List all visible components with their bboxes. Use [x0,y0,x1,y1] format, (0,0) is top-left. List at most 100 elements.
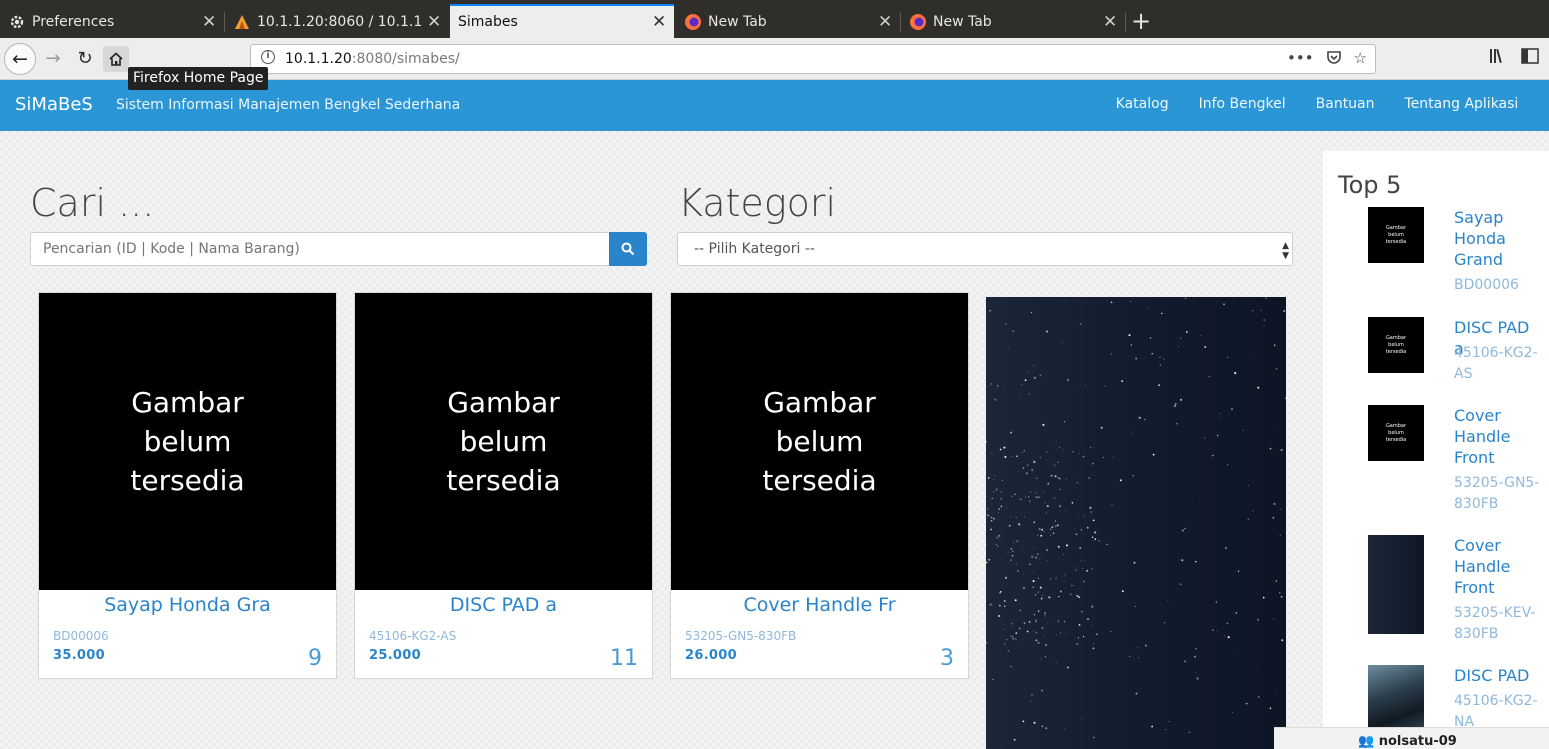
star [1049,578,1052,580]
star [1053,497,1056,499]
star [1004,643,1006,645]
star [1036,496,1039,499]
star [1093,736,1095,739]
url-text: 10.1.1.20:8080/simabes/ [285,51,460,67]
star [1010,665,1012,668]
back-button[interactable]: ← [4,43,36,75]
bookmark-star-icon[interactable]: ☆ [1354,49,1367,69]
product-card[interactable]: Gambar belum tersedia Sayap Honda Gra BD… [38,292,337,679]
product-card[interactable]: Gambar belum tersedia Cover Handle Fr 53… [670,292,969,679]
star [1016,540,1019,543]
top5-item-name[interactable]: Sayap Honda Grand [1454,207,1544,270]
star [1110,630,1112,633]
close-icon[interactable]: ✕ [652,12,666,32]
star [1006,639,1008,641]
users-icon: 👥 [1358,734,1375,749]
star [999,591,1002,593]
star [1081,717,1083,719]
top5-item-name[interactable]: DISC PAD [1454,665,1544,686]
page-actions-icon[interactable]: ••• [1287,49,1314,69]
star [1054,520,1056,522]
star [1234,372,1237,375]
star [1081,611,1083,613]
firefox-icon [909,13,927,31]
star [1263,325,1265,327]
star [1227,636,1230,639]
star [1163,621,1166,624]
star [991,520,993,522]
menu-info-bengkel[interactable]: Info Bengkel [1199,96,1286,112]
product-name[interactable]: Cover Handle Fr [671,594,968,616]
star [1033,461,1036,464]
star [1039,586,1042,589]
tab-simabes[interactable]: Simabes ✕ [450,4,674,38]
menu-tentang-aplikasi[interactable]: Tentang Aplikasi [1405,96,1519,112]
tab-new-tab-1[interactable]: New Tab ✕ [676,6,900,38]
top5-item-name[interactable]: Cover Handle Front [1454,405,1544,468]
reload-button[interactable]: ↻ [72,46,98,72]
star [1007,551,1009,554]
tab-preferences[interactable]: Preferences ✕ [0,6,224,38]
tab-new-tab-2[interactable]: New Tab ✕ [901,6,1125,38]
search-button[interactable] [609,232,647,266]
tab-phpmyadmin[interactable]: 10.1.1.20:8060 / 10.1.1.4 ✕ [225,6,449,38]
close-icon[interactable]: ✕ [878,12,892,32]
star [1034,619,1037,621]
product-name[interactable]: Sayap Honda Gra [39,594,336,616]
star [998,512,999,513]
star [1092,482,1094,483]
category-heading: Kategori [678,181,837,225]
star [1092,647,1095,650]
star [1066,478,1068,480]
star [1024,516,1026,518]
forward-button[interactable]: → [40,46,66,72]
star [1033,365,1035,367]
star [1035,594,1037,596]
url-bar[interactable]: i 10.1.1.20:8080/simabes/ ••• ☆ [250,44,1376,74]
search-input[interactable] [30,232,609,266]
star [1167,600,1169,602]
product-card[interactable]: Gambar belum tersedia DISC PAD a 45106-K… [354,292,653,679]
star [996,536,999,539]
star [1083,513,1084,515]
star [1159,356,1161,358]
star [1073,529,1075,530]
main-content: Cari ... Kategori -- Pilih Kategori -- ▲… [0,131,1549,749]
category-select[interactable]: -- Pilih Kategori -- ▲ ▼ [677,232,1293,266]
star [1184,297,1187,300]
close-icon[interactable]: ✕ [427,12,441,32]
brand-logo[interactable]: SiMaBeS [15,94,93,115]
product-price: 26.000 [685,648,737,663]
sidebar-icon[interactable] [1521,48,1539,68]
star [1021,548,1023,550]
close-icon[interactable]: ✕ [202,12,216,32]
star [1281,639,1284,642]
user-indicator[interactable]: 👥 nolsatu-09 [1274,727,1549,749]
star [1041,597,1043,598]
product-name[interactable]: DISC PAD a [355,594,652,616]
top5-item-name[interactable]: Cover Handle Front [1454,535,1544,598]
menu-bantuan[interactable]: Bantuan [1316,96,1375,112]
star [1252,310,1254,312]
star [1044,615,1046,617]
info-icon[interactable]: i [261,50,275,64]
star [1082,455,1085,458]
pocket-icon[interactable] [1326,49,1342,69]
star [1050,528,1052,530]
star [1110,353,1112,355]
star [1045,727,1048,729]
home-button[interactable] [103,46,129,72]
star [1027,464,1029,466]
star [1269,707,1272,710]
product-image-starfield[interactable] [986,297,1286,749]
star [1075,533,1078,536]
close-icon[interactable]: ✕ [1103,12,1117,32]
star [1035,620,1037,623]
star [1181,559,1184,562]
star [1080,529,1083,531]
new-tab-button[interactable]: + [1128,8,1154,36]
menu-katalog[interactable]: Katalog [1116,96,1169,112]
firefox-icon [684,13,702,31]
star [1185,331,1188,333]
library-icon[interactable] [1489,48,1507,68]
